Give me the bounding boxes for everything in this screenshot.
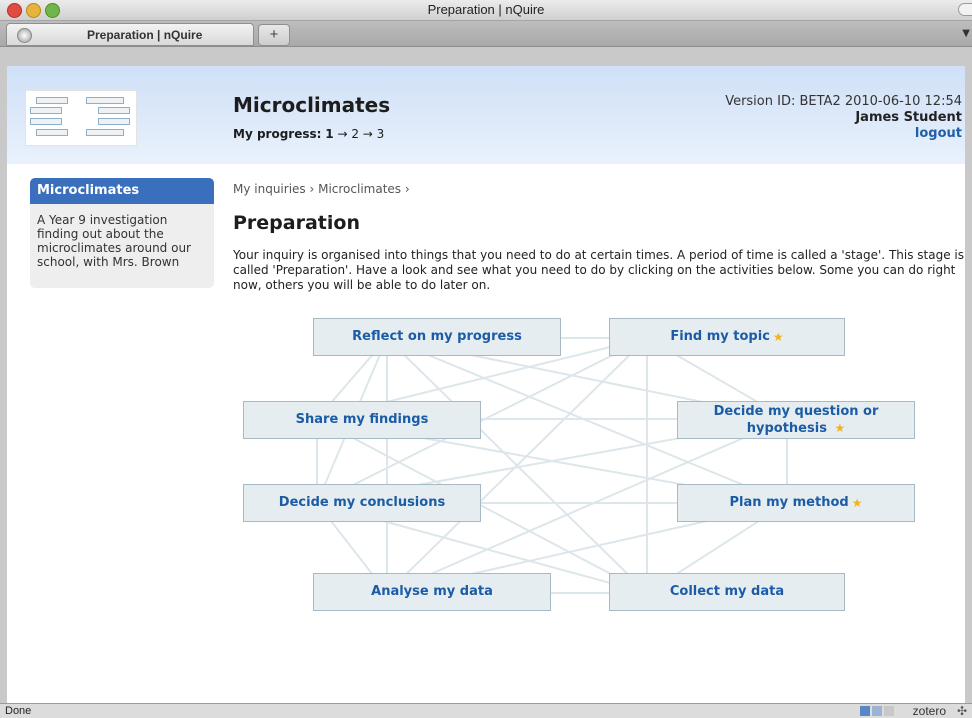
logout-link[interactable]: logout <box>915 126 962 141</box>
thumbnail-node <box>86 129 124 136</box>
activity-label-text: Decide my question or hypothesis <box>713 403 879 436</box>
progress-label: My progress: <box>233 127 322 141</box>
activity-label: Collect my data <box>669 584 785 599</box>
thumbnail-node <box>98 107 130 114</box>
activity-label: Share my findings <box>295 412 429 427</box>
globe-icon <box>17 28 32 43</box>
activity-analyse-my-data[interactable]: Analyse my data <box>313 573 551 611</box>
page-viewport: Microclimates My progress: 1 → 2 → 3 Ver… <box>7 66 965 703</box>
inquiry-description: A Year 9 investigation finding out about… <box>37 213 191 269</box>
star-icon: ★ <box>851 496 863 510</box>
activity-decide-my-conclusions[interactable]: Decide my conclusions <box>243 484 481 522</box>
addon-icon[interactable]: ✣ <box>957 704 967 718</box>
activity-reflect-on-my-progress[interactable]: Reflect on my progress <box>313 318 561 356</box>
inquiry-summary-box: Microclimates A Year 9 investigation fin… <box>30 178 214 288</box>
thumbnail-node <box>36 97 68 104</box>
site-header: Microclimates My progress: 1 → 2 → 3 Ver… <box>7 66 965 164</box>
window-titlebar: Preparation | nQuire <box>0 0 972 21</box>
progress-current-stage: 1 <box>325 127 334 141</box>
stage-diagram-thumbnail[interactable] <box>25 90 137 146</box>
window-title: Preparation | nQuire <box>427 2 545 17</box>
thumbnail-node <box>36 129 68 136</box>
page-title: Preparation <box>233 212 360 234</box>
progress-remaining-stages: → 2 → 3 <box>337 127 385 141</box>
tab-bar: Preparation | nQuire + ▼ <box>0 21 972 47</box>
zotero-button[interactable]: zotero <box>913 704 946 718</box>
status-icons[interactable] <box>860 706 894 716</box>
star-icon: ★ <box>772 330 784 344</box>
inquiry-title[interactable]: Microclimates <box>30 178 214 204</box>
activity-find-my-topic[interactable]: Find my topic ★ <box>609 318 845 356</box>
activity-label: Reflect on my progress <box>352 329 522 344</box>
thumbnail-node <box>30 107 62 114</box>
activity-label: Decide my question or hypothesis ★ <box>701 404 891 437</box>
thumbnail-node <box>30 118 62 125</box>
tab-list-icon[interactable]: ▼ <box>962 28 970 39</box>
activity-label: Decide my conclusions <box>278 495 446 510</box>
activity-label: Find my topic <box>670 329 770 344</box>
new-tab-button[interactable]: + <box>258 24 290 46</box>
site-title: Microclimates <box>233 93 391 117</box>
intro-text: Your inquiry is organised into things th… <box>233 248 964 292</box>
breadcrumb[interactable]: My inquiries › Microclimates › <box>233 182 410 196</box>
progress-indicator: My progress: 1 → 2 → 3 <box>233 127 384 141</box>
star-icon: ★ <box>834 420 846 435</box>
toolbar-toggle-button[interactable] <box>958 3 972 16</box>
thumbnail-node <box>86 97 124 104</box>
activity-label: Plan my method <box>729 495 849 510</box>
version-id: Version ID: BETA2 2010-06-10 12:54 <box>725 94 962 109</box>
activity-share-my-findings[interactable]: Share my findings <box>243 401 481 439</box>
status-bar: Done zotero ✣ <box>0 703 972 718</box>
tab-label: Preparation | nQuire <box>87 28 203 42</box>
status-text: Done <box>5 705 32 717</box>
activity-plan-my-method[interactable]: Plan my method ★ <box>677 484 915 522</box>
thumbnail-node <box>98 118 130 125</box>
user-name: James Student <box>855 110 962 125</box>
activity-decide-my-question[interactable]: Decide my question or hypothesis ★ <box>677 401 915 439</box>
activity-collect-my-data[interactable]: Collect my data <box>609 573 845 611</box>
tab-preparation[interactable]: Preparation | nQuire <box>6 23 254 46</box>
activity-label: Analyse my data <box>371 584 493 599</box>
